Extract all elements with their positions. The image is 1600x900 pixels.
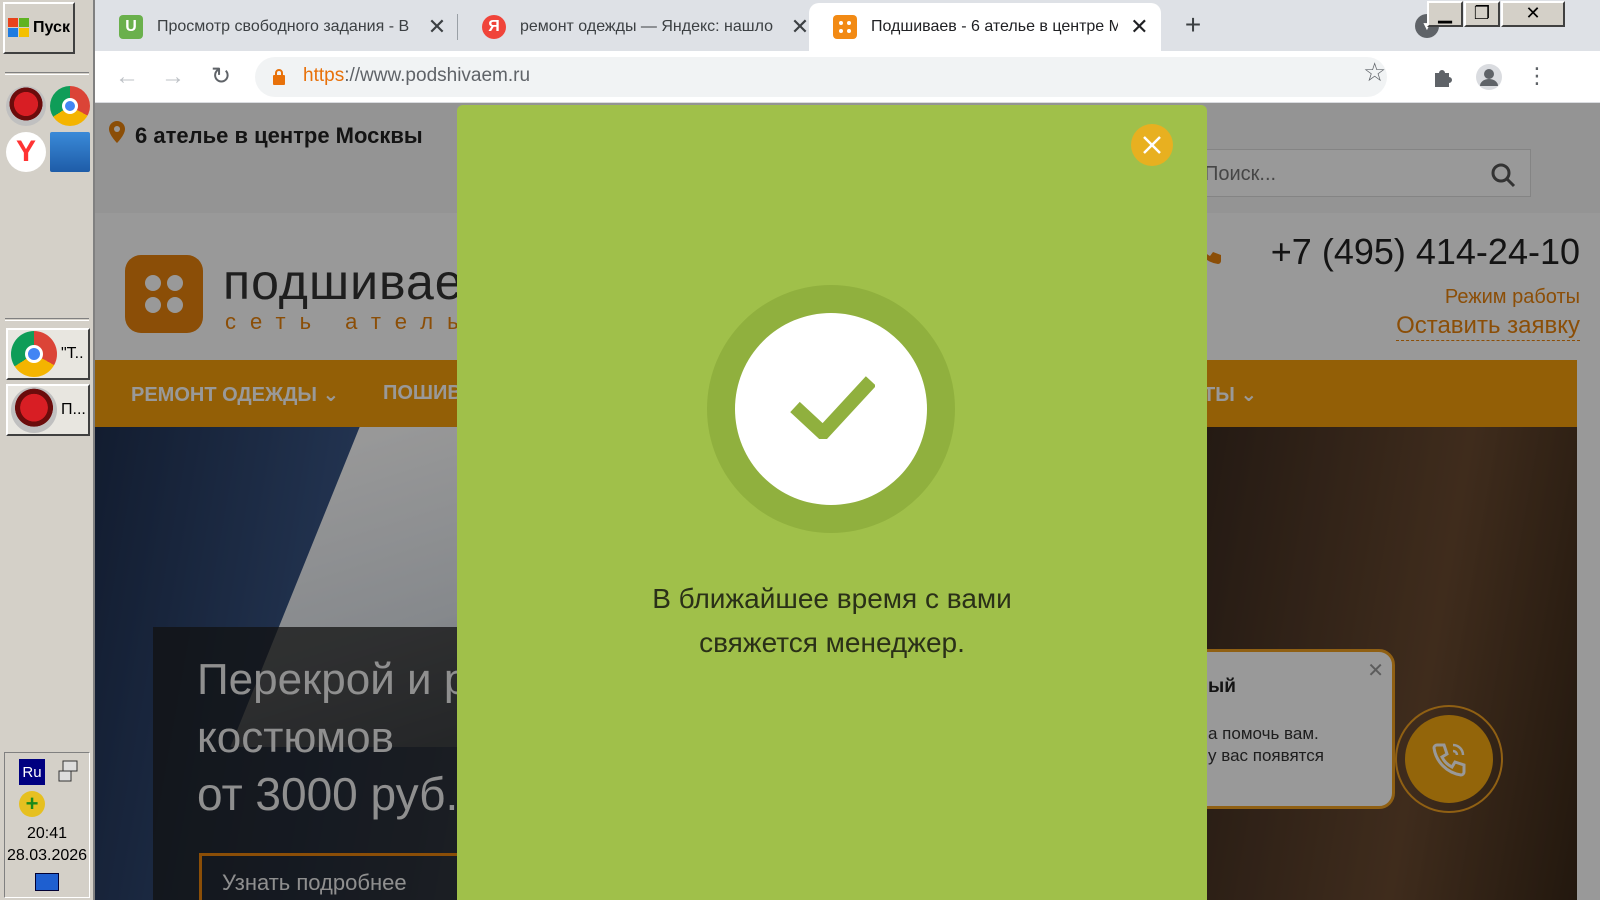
show-desktop-icon[interactable] [35, 873, 59, 891]
close-window-button[interactable]: ✕ [1501, 1, 1565, 27]
windows-flag-icon [8, 18, 30, 38]
url-scheme: https [303, 65, 345, 86]
modal-message-line1: В ближайшее время с вами [652, 583, 1012, 614]
tab-close-icon[interactable]: ✕ [1130, 14, 1149, 40]
restore-button[interactable]: ❐ [1464, 1, 1500, 27]
url-host: ://www.podshivaem.ru [344, 65, 531, 86]
tab-yandex-search[interactable]: Я ремонт одежды — Яндекс: нашло ✕ [458, 3, 822, 51]
quicklaunch-chrome-icon[interactable] [50, 86, 90, 126]
bookmark-star-icon[interactable]: ☆ [1363, 57, 1386, 88]
new-tab-button[interactable]: + [1177, 10, 1209, 42]
tab-title: Подшиваев - 6 ателье в центре Мо [871, 18, 1118, 35]
task-button-browser[interactable]: П... [6, 384, 90, 436]
tab-close-icon[interactable]: ✕ [427, 14, 447, 40]
back-arrow-icon[interactable]: ← [109, 59, 145, 95]
tab-favicon-icon: Я [482, 15, 506, 39]
forward-arrow-icon[interactable]: → [155, 59, 191, 95]
browser-menu-icon[interactable]: ⋮ [1523, 63, 1551, 91]
task-button-chrome[interactable]: "T.. [6, 328, 90, 380]
profile-avatar-icon[interactable] [1475, 63, 1503, 91]
browser-toolbar: ← → ↻ https://www.podshivaem.ru ☆ ⋮ [95, 51, 1600, 103]
clock-time[interactable]: 20:41 [5, 825, 89, 843]
language-indicator[interactable]: Ru [19, 759, 45, 785]
taskbar-separator [5, 318, 89, 321]
browser-icon [11, 387, 57, 433]
tab-title: ремонт одежды — Яндекс: нашло [520, 18, 774, 35]
minimize-button[interactable]: ▁ [1427, 1, 1463, 27]
system-tray: Ru + 20:41 28.03.2026 [4, 752, 90, 898]
quicklaunch-browser-icon[interactable] [6, 86, 46, 126]
tray-plus-icon[interactable]: + [19, 791, 45, 817]
extensions-puzzle-icon[interactable] [1429, 63, 1457, 91]
quicklaunch-yandex-icon[interactable]: Y [6, 132, 46, 172]
tab-close-icon[interactable]: ✕ [790, 14, 810, 40]
browser-window: U Просмотр свободного задания - В ✕ Я ре… [95, 0, 1600, 900]
tab-favicon-icon: U [119, 15, 143, 39]
tab-freelance-task[interactable]: U Просмотр свободного задания - В ✕ [95, 3, 459, 51]
tab-favicon-icon [833, 15, 857, 39]
tab-podshivaev[interactable]: Подшиваев - 6 ателье в центре Мо ✕ [809, 3, 1161, 51]
start-label: Пуск [33, 19, 70, 36]
modal-close-button[interactable] [1131, 124, 1173, 166]
task-label: П... [61, 401, 86, 418]
success-modal: В ближайшее время с вами свяжется менедж… [457, 105, 1207, 900]
reload-icon[interactable]: ↻ [203, 59, 239, 95]
modal-message-line2: свяжется менеджер. [699, 627, 965, 658]
tab-strip: U Просмотр свободного задания - В ✕ Я ре… [95, 0, 1600, 51]
address-bar[interactable]: https://www.podshivaem.ru [255, 57, 1387, 97]
chrome-icon [11, 331, 57, 377]
windows-taskbar: Пуск Y "T.. П... Ru + 20:41 28.03.2026 [0, 0, 95, 900]
close-icon [1143, 136, 1161, 154]
clock-date[interactable]: 28.03.2026 [5, 847, 89, 865]
task-label: "T.. [61, 345, 84, 362]
checkmark-icon [790, 376, 875, 439]
quicklaunch-desktop-icon[interactable] [50, 132, 90, 172]
taskbar-separator [5, 72, 89, 75]
tab-title: Просмотр свободного задания - В [157, 18, 410, 35]
url-text[interactable]: https://www.podshivaem.ru [303, 65, 530, 87]
start-button[interactable]: Пуск [3, 2, 75, 54]
network-icon[interactable] [57, 759, 83, 785]
lock-icon [273, 69, 285, 85]
